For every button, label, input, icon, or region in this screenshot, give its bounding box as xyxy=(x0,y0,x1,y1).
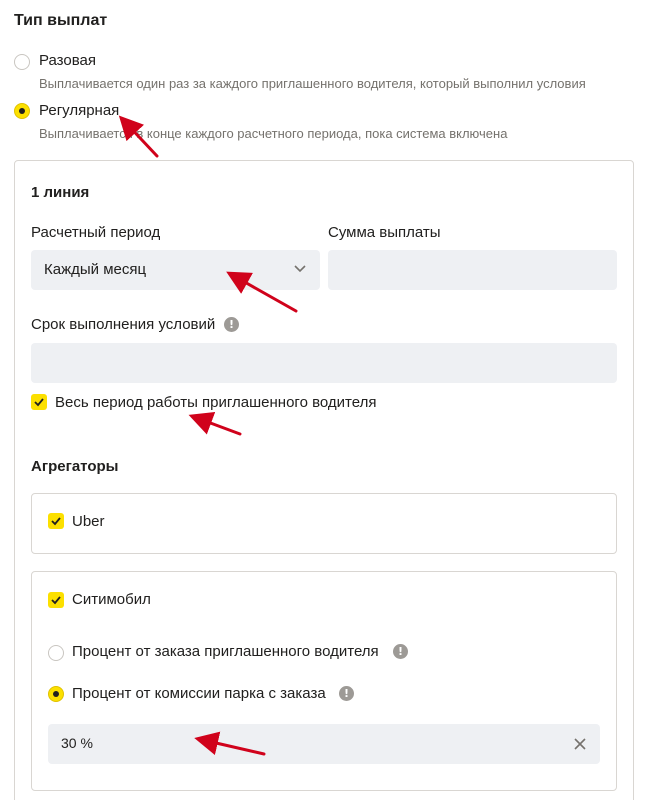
option-regular-label[interactable]: Регулярная xyxy=(39,102,119,119)
payout-type-title: Тип выплат xyxy=(14,12,108,29)
radio-percent-commission[interactable] xyxy=(48,686,64,702)
whole-period-label[interactable]: Весь период работы приглашенного водител… xyxy=(55,394,376,411)
citymobil-label[interactable]: Ситимобил xyxy=(72,591,151,608)
period-select[interactable]: Каждый месяц xyxy=(31,250,320,290)
radio-percent-order[interactable] xyxy=(48,645,64,661)
period-label: Расчетный период xyxy=(31,224,161,241)
check-icon xyxy=(51,517,61,526)
percent-input[interactable]: 30 % xyxy=(48,724,600,764)
info-icon[interactable]: ! xyxy=(339,686,354,701)
uber-checkbox[interactable] xyxy=(48,513,64,529)
info-icon[interactable]: ! xyxy=(224,317,239,332)
citymobil-checkbox[interactable] xyxy=(48,592,64,608)
uber-label[interactable]: Uber xyxy=(72,513,105,530)
aggregators-title: Агрегаторы xyxy=(31,458,119,475)
period-select-value: Каждый месяц xyxy=(44,261,147,278)
info-icon[interactable]: ! xyxy=(393,644,408,659)
percent-input-value: 30 % xyxy=(61,735,93,751)
deadline-label: Срок выполнения условий xyxy=(31,316,216,333)
clear-icon[interactable] xyxy=(574,738,586,750)
whole-period-checkbox[interactable] xyxy=(31,394,47,410)
check-icon xyxy=(34,398,44,407)
option-one-time-label[interactable]: Разовая xyxy=(39,52,96,69)
uber-card xyxy=(31,493,617,554)
line-title: 1 линия xyxy=(31,184,90,201)
radio-one-time[interactable] xyxy=(14,54,30,70)
percent-order-label[interactable]: Процент от заказа приглашенного водителя xyxy=(72,643,379,660)
option-one-time-description: Выплачивается один раз за каждого пригла… xyxy=(39,76,586,91)
percent-commission-label[interactable]: Процент от комиссии парка с заказа xyxy=(72,685,326,702)
amount-input[interactable] xyxy=(328,250,617,290)
option-regular-description: Выплачивается в конце каждого расчетного… xyxy=(39,126,508,141)
chevron-down-icon xyxy=(294,265,306,273)
deadline-input[interactable] xyxy=(31,343,617,383)
check-icon xyxy=(51,596,61,605)
radio-regular[interactable] xyxy=(14,103,30,119)
amount-label: Сумма выплаты xyxy=(328,224,441,241)
